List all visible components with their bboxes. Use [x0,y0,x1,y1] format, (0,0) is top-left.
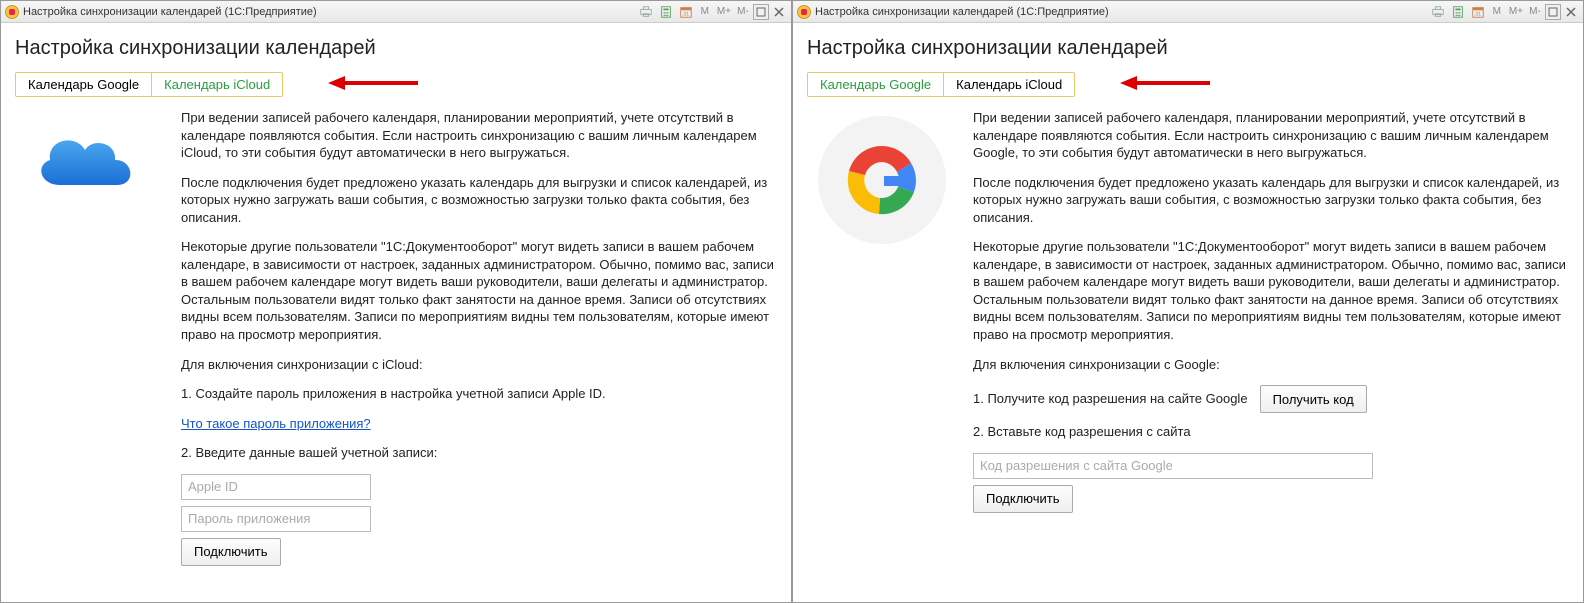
calendar-icon[interactable]: 31 [1469,4,1487,20]
window-icloud: Настройка синхронизации календарей (1С:П… [0,0,792,603]
mem-mminus[interactable]: M- [1527,4,1543,20]
help-link[interactable]: Что такое пароль приложения? [181,416,371,431]
app-password-field[interactable] [181,506,371,532]
apple-id-field[interactable] [181,474,371,500]
intro-p1: При ведении записей рабочего календаря, … [973,109,1569,162]
page-title: Настройка синхронизации календарей [807,37,1569,60]
close-icon[interactable] [1563,4,1579,20]
mem-mminus[interactable]: M- [735,4,751,20]
intro-p1: При ведении записей рабочего календаря, … [181,109,777,162]
close-icon[interactable] [771,4,787,20]
google-logo-icon [817,115,947,245]
svg-text:31: 31 [1475,11,1481,17]
step-2: 2. Вставьте код разрешения с сайта [973,423,1569,441]
window-restore-icon[interactable] [753,4,769,20]
intro-p2: После подключения будет предложено указа… [181,174,777,227]
annotation-arrow-icon [1115,73,1215,96]
step-1: 1. Создайте пароль приложения в настройк… [181,385,777,403]
window-title: Настройка синхронизации календарей (1С:П… [23,6,317,18]
window-restore-icon[interactable] [1545,4,1561,20]
mem-m[interactable]: M [697,4,713,20]
tabs: Календарь Google Календарь iCloud [15,72,283,97]
intro-p3: Некоторые другие пользователи "1С:Докуме… [181,238,777,343]
titlebar: Настройка синхронизации календарей (1С:П… [793,1,1583,23]
page-title: Настройка синхронизации календарей [15,37,777,60]
intro-p2: После подключения будет предложено указа… [973,174,1569,227]
mem-m[interactable]: M [1489,4,1505,20]
step-2: 2. Введите данные вашей учетной записи: [181,444,777,462]
titlebar: Настройка синхронизации календарей (1С:П… [1,1,791,23]
annotation-arrow-icon [323,73,423,96]
get-code-button[interactable]: Получить код [1260,385,1367,413]
connect-button[interactable]: Подключить [973,485,1073,513]
tab-google[interactable]: Календарь Google [16,73,151,96]
provider-logo [15,109,165,566]
tab-icloud[interactable]: Календарь iCloud [151,73,282,96]
step-1: 1. Получите код разрешения на сайте Goog… [973,390,1248,408]
tabs: Календарь Google Календарь iCloud [807,72,1075,97]
app-icon [797,5,811,19]
icloud-logo-icon [25,115,155,205]
connect-button[interactable]: Подключить [181,538,281,566]
tab-icloud[interactable]: Календарь iCloud [943,73,1074,96]
enable-label: Для включения синхронизации с Google: [973,356,1569,374]
window-title: Настройка синхронизации календарей (1С:П… [815,6,1109,18]
print-icon[interactable] [1429,4,1447,20]
calculator-icon[interactable] [1449,4,1467,20]
svg-text:31: 31 [683,11,689,17]
print-icon[interactable] [637,4,655,20]
tab-google[interactable]: Календарь Google [808,73,943,96]
calculator-icon[interactable] [657,4,675,20]
provider-logo [807,109,957,513]
calendar-icon[interactable]: 31 [677,4,695,20]
mem-mplus[interactable]: M+ [715,4,733,20]
auth-code-field[interactable] [973,453,1373,479]
app-icon [5,5,19,19]
enable-label: Для включения синхронизации с iCloud: [181,356,777,374]
window-google: Настройка синхронизации календарей (1С:П… [792,0,1584,603]
mem-mplus[interactable]: M+ [1507,4,1525,20]
intro-p3: Некоторые другие пользователи "1С:Докуме… [973,238,1569,343]
